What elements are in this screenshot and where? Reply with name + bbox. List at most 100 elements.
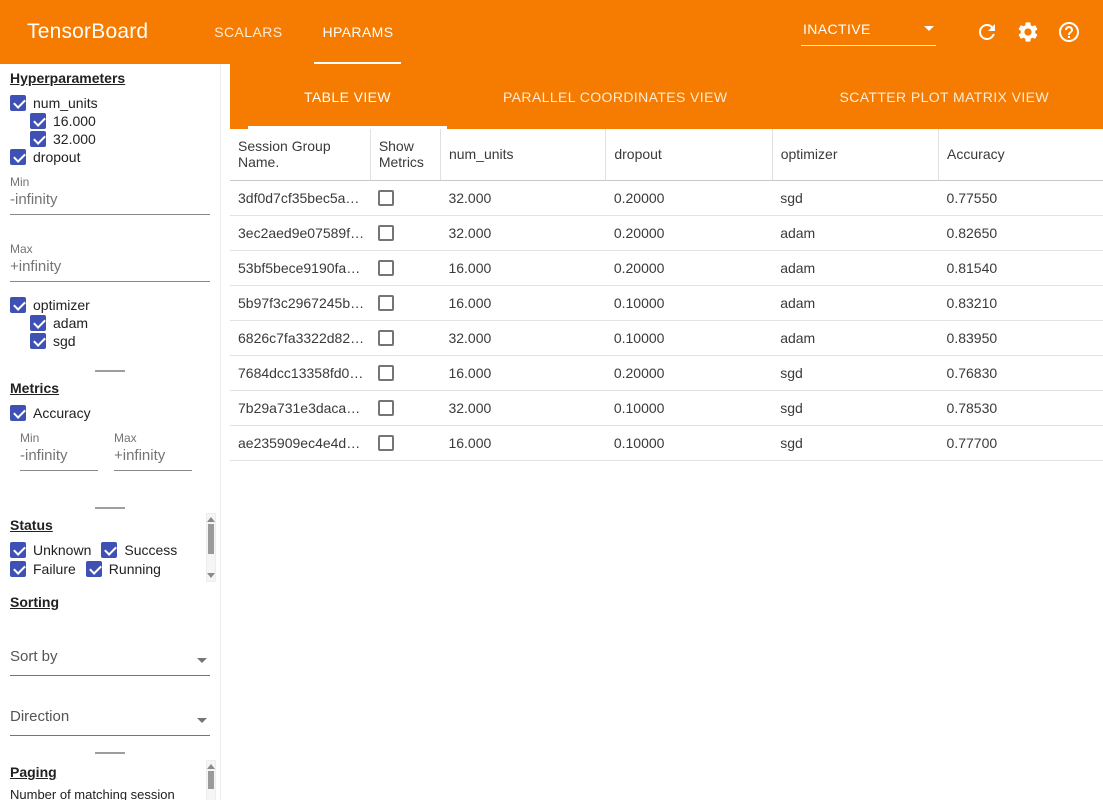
optimizer-sgd-checkbox[interactable] <box>30 333 46 349</box>
status-failure-label: Failure <box>33 561 76 577</box>
scrollbar-thumb[interactable] <box>208 524 214 554</box>
num-units-16-checkbox[interactable] <box>30 113 46 129</box>
status-unknown-checkbox[interactable] <box>10 542 26 558</box>
metric-min-group: Min <box>20 432 98 471</box>
tab-table-view[interactable]: TABLE VIEW <box>248 64 447 129</box>
optimizer-cell: adam <box>772 320 938 355</box>
session-name-cell: 5b97f3c2967245b… <box>230 285 370 320</box>
status-success-row[interactable]: Success <box>101 541 177 559</box>
tab-hparams[interactable]: HPARAMS <box>302 0 413 64</box>
table-row[interactable]: 7b29a731e3daca… 32.000 0.10000 sgd 0.785… <box>230 390 1103 425</box>
col-num-units: num_units <box>440 129 605 180</box>
dropout-cell: 0.10000 <box>606 320 772 355</box>
hparam-dropout-row[interactable]: dropout <box>10 148 210 166</box>
optimizer-cell: adam <box>772 215 938 250</box>
dropout-max-input[interactable] <box>10 255 210 282</box>
accuracy-checkbox[interactable] <box>10 405 26 421</box>
metrics-section: Metrics Accuracy Min Max <box>0 380 220 471</box>
num-units-cell: 16.000 <box>440 425 605 460</box>
num-units-label: num_units <box>33 95 98 111</box>
accuracy-cell: 0.78530 <box>939 390 1103 425</box>
main-content: TABLE VIEW PARALLEL COORDINATES VIEW SCA… <box>230 64 1103 800</box>
status-failure-row[interactable]: Failure <box>10 560 76 578</box>
table-row[interactable]: ae235909ec4e4d… 16.000 0.10000 sgd 0.777… <box>230 425 1103 460</box>
table-row[interactable]: 7684dcc13358fd0… 16.000 0.20000 sgd 0.76… <box>230 355 1103 390</box>
num-units-value-16-row[interactable]: 16.000 <box>30 112 210 130</box>
num-units-checkbox[interactable] <box>10 95 26 111</box>
refresh-icon[interactable] <box>975 20 999 44</box>
tab-parallel-coordinates-view[interactable]: PARALLEL COORDINATES VIEW <box>447 64 783 129</box>
run-status-value: INACTIVE <box>803 21 871 37</box>
status-failure-checkbox[interactable] <box>10 561 26 577</box>
status-running-checkbox[interactable] <box>86 561 102 577</box>
matching-session-groups-text: Number of matching session groups: 8 <box>10 788 200 800</box>
show-metrics-checkbox[interactable] <box>378 295 394 311</box>
num-units-cell: 32.000 <box>440 180 605 215</box>
num-units-value-32-row[interactable]: 32.000 <box>30 130 210 148</box>
optimizer-cell: sgd <box>772 355 938 390</box>
scroll-up-icon[interactable] <box>207 764 215 769</box>
dropout-min-label: Min <box>10 176 210 188</box>
optimizer-adam-row[interactable]: adam <box>30 314 210 332</box>
status-unknown-row[interactable]: Unknown <box>10 541 91 559</box>
direction-dropdown[interactable]: Direction <box>10 704 210 736</box>
show-metrics-checkbox[interactable] <box>378 330 394 346</box>
dropout-cell: 0.10000 <box>606 390 772 425</box>
hparam-num-units-row[interactable]: num_units <box>10 94 210 112</box>
show-metrics-checkbox[interactable] <box>378 365 394 381</box>
paging-section: Paging Number of matching session groups… <box>0 764 220 800</box>
pane-resize-handle[interactable] <box>95 370 125 372</box>
metric-max-group: Max <box>114 432 192 471</box>
scroll-up-icon[interactable] <box>207 517 215 522</box>
status-scrollbar[interactable] <box>206 513 216 582</box>
metric-max-input[interactable] <box>114 444 192 471</box>
topbar-actions: INACTIVE <box>801 19 1081 46</box>
paging-scrollbar[interactable] <box>206 760 216 800</box>
show-metrics-checkbox[interactable] <box>378 190 394 206</box>
status-success-checkbox[interactable] <box>101 542 117 558</box>
hparam-optimizer-row[interactable]: optimizer <box>10 296 210 314</box>
optimizer-adam-checkbox[interactable] <box>30 315 46 331</box>
pane-resize-handle[interactable] <box>95 752 125 754</box>
metric-min-input[interactable] <box>20 444 98 471</box>
optimizer-checkbox[interactable] <box>10 297 26 313</box>
pane-resize-handle[interactable] <box>95 507 125 509</box>
session-name-cell: 7684dcc13358fd0… <box>230 355 370 390</box>
scroll-down-icon[interactable] <box>207 573 215 578</box>
help-icon[interactable] <box>1057 20 1081 44</box>
table-row[interactable]: 5b97f3c2967245b… 16.000 0.10000 adam 0.8… <box>230 285 1103 320</box>
sort-by-dropdown[interactable]: Sort by <box>10 644 210 676</box>
dropout-cell: 0.20000 <box>606 215 772 250</box>
table-row[interactable]: 3df0d7cf35bec5a… 32.000 0.20000 sgd 0.77… <box>230 180 1103 215</box>
accuracy-cell: 0.76830 <box>939 355 1103 390</box>
tab-scalars[interactable]: SCALARS <box>194 0 302 64</box>
optimizer-sgd-row[interactable]: sgd <box>30 332 210 350</box>
num-units-cell: 16.000 <box>440 285 605 320</box>
table-row[interactable]: 53bf5bece9190fa… 16.000 0.20000 adam 0.8… <box>230 250 1103 285</box>
metric-accuracy-row[interactable]: Accuracy <box>10 404 210 422</box>
scrollbar-thumb[interactable] <box>208 771 214 789</box>
num-units-cell: 32.000 <box>440 215 605 250</box>
run-status-dropdown[interactable]: INACTIVE <box>801 19 936 46</box>
session-name-cell: 53bf5bece9190fa… <box>230 250 370 285</box>
optimizer-cell: sgd <box>772 425 938 460</box>
table-row[interactable]: 6826c7fa3322d82… 32.000 0.10000 adam 0.8… <box>230 320 1103 355</box>
dropout-checkbox[interactable] <box>10 149 26 165</box>
tab-scatter-plot-matrix-view[interactable]: SCATTER PLOT MATRIX VIEW <box>783 64 1103 129</box>
table-row[interactable]: 3ec2aed9e07589f… 32.000 0.20000 adam 0.8… <box>230 215 1103 250</box>
show-metrics-checkbox[interactable] <box>378 260 394 276</box>
show-metrics-checkbox[interactable] <box>378 400 394 416</box>
status-running-row[interactable]: Running <box>86 560 161 578</box>
optimizer-cell: sgd <box>772 390 938 425</box>
num-units-cell: 16.000 <box>440 355 605 390</box>
optimizer-adam-label: adam <box>53 315 88 331</box>
settings-gear-icon[interactable] <box>1016 20 1040 44</box>
dropout-min-input[interactable] <box>10 188 210 215</box>
view-tabs: TABLE VIEW PARALLEL COORDINATES VIEW SCA… <box>230 64 1103 129</box>
direction-value: Direction <box>10 708 69 725</box>
show-metrics-checkbox[interactable] <box>378 225 394 241</box>
col-optimizer: optimizer <box>772 129 938 180</box>
num-units-32-checkbox[interactable] <box>30 131 46 147</box>
main-nav-tabs: SCALARS HPARAMS <box>194 0 413 64</box>
show-metrics-checkbox[interactable] <box>378 435 394 451</box>
